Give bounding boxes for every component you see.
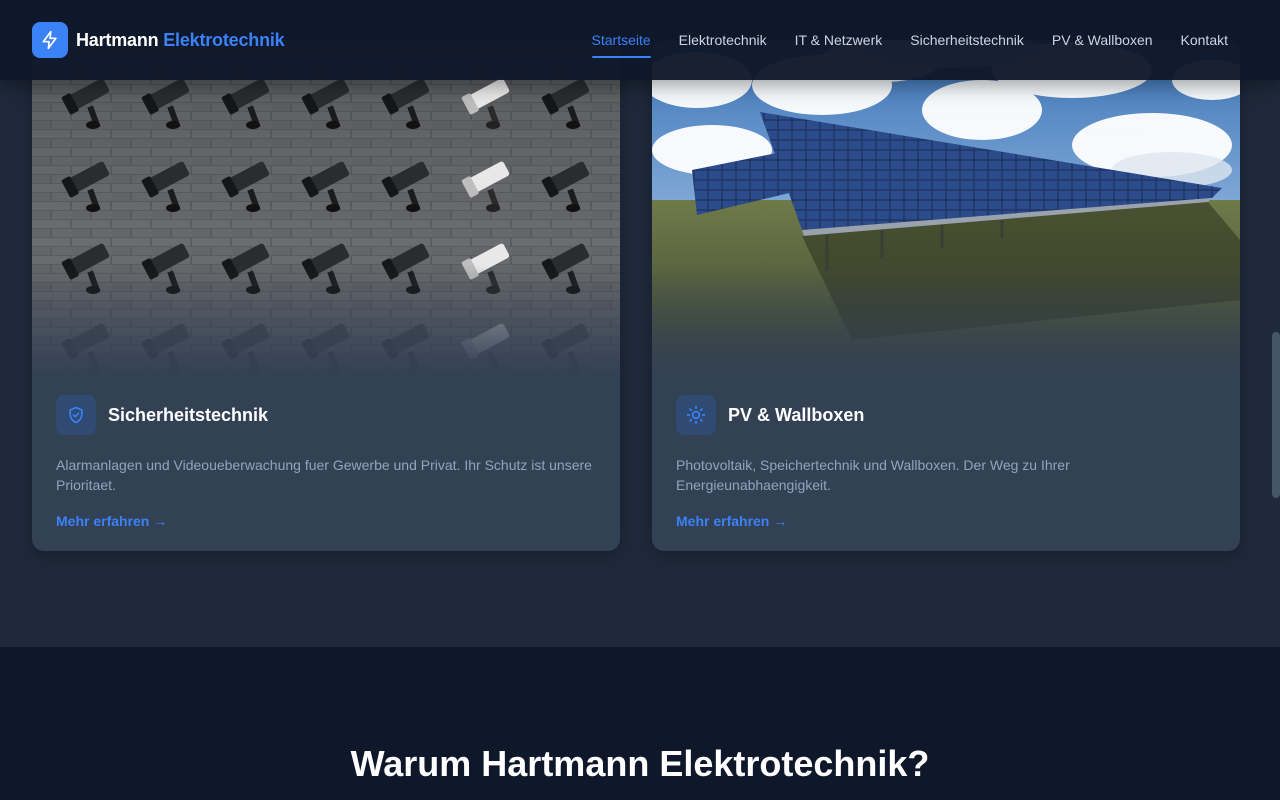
nav-startseite[interactable]: Startseite — [591, 30, 651, 58]
solar-panels-image — [652, 40, 1240, 375]
nav-pv-wallboxen[interactable]: PV & Wallboxen — [1052, 30, 1153, 50]
main-nav: Startseite Elektrotechnik IT & Netzwerk … — [564, 0, 1228, 80]
lightning-bolt-icon — [32, 22, 68, 58]
page-scrollbar[interactable] — [1272, 332, 1280, 498]
shield-check-icon — [56, 395, 96, 435]
mehr-erfahren-link[interactable]: Mehr erfahren → — [676, 513, 787, 529]
services-section: Sicherheitstechnik Alarmanlagen und Vide… — [0, 0, 1280, 647]
why-section: Warum Hartmann Elektrotechnik? — [0, 647, 1280, 800]
nav-elektrotechnik[interactable]: Elektrotechnik — [679, 30, 767, 50]
nav-sicherheitstechnik[interactable]: Sicherheitstechnik — [910, 30, 1024, 50]
card-description: Photovoltaik, Speichertechnik und Wallbo… — [676, 457, 1070, 493]
mehr-erfahren-link[interactable]: Mehr erfahren → — [56, 513, 167, 529]
nav-it-netzwerk[interactable]: IT & Netzwerk — [795, 30, 883, 50]
brand-name-part2: Elektrotechnik — [163, 29, 285, 50]
card-title: PV & Wallboxen — [728, 404, 865, 425]
card-title: Sicherheitstechnik — [108, 404, 269, 425]
card-description: Alarmanlagen und Videoueberwachung fuer … — [56, 457, 592, 493]
brand-logo-link[interactable]: Hartmann Elektrotechnik — [32, 22, 285, 58]
service-card-sicherheitstechnik[interactable]: Sicherheitstechnik Alarmanlagen und Vide… — [32, 40, 620, 551]
brand-name: Hartmann Elektrotechnik — [76, 29, 285, 51]
site-header: Hartmann Elektrotechnik Startseite Elekt… — [0, 0, 1280, 80]
service-card-pv-wallboxen[interactable]: PV & Wallboxen Photovoltaik, Speichertec… — [652, 40, 1240, 551]
nav-kontakt[interactable]: Kontakt — [1181, 30, 1228, 50]
sun-icon — [676, 395, 716, 435]
brand-name-part1: Hartmann — [76, 29, 159, 50]
why-heading: Warum Hartmann Elektrotechnik? — [350, 743, 930, 784]
security-cameras-image — [32, 40, 620, 375]
